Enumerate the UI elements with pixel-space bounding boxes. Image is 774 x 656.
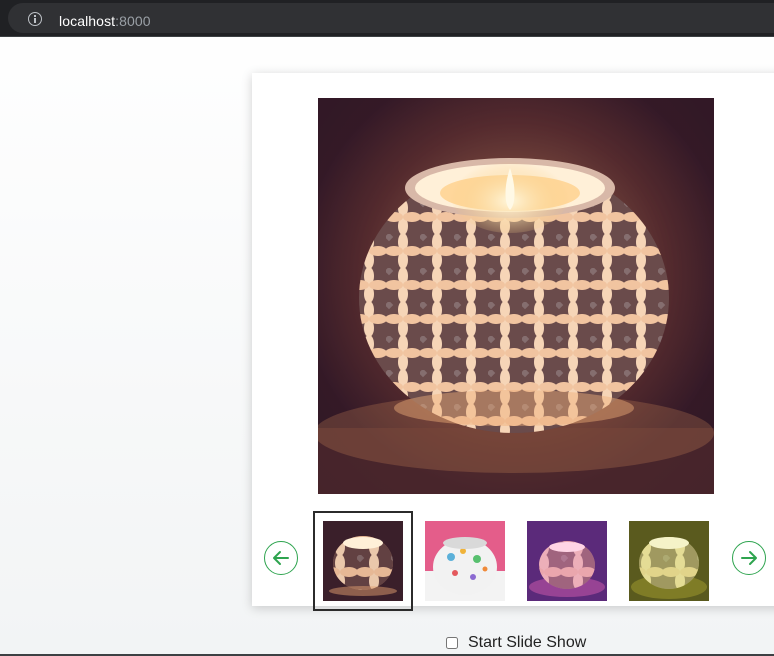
image-gallery-card <box>252 73 774 611</box>
browser-toolbar: localhost:8000 <box>0 0 774 37</box>
url-host: localhost <box>59 13 116 29</box>
url-text[interactable]: localhost:8000 <box>59 13 151 29</box>
slideshow-label[interactable]: Start Slide Show <box>468 634 586 652</box>
thumbnail-2[interactable] <box>425 521 505 601</box>
thumbnail-1[interactable] <box>313 511 413 611</box>
url-port: :8000 <box>115 13 151 29</box>
slideshow-control: Start Slide Show <box>446 633 586 653</box>
previous-button[interactable] <box>264 541 298 575</box>
thumbnail-3[interactable] <box>527 521 607 601</box>
main-image <box>318 98 714 494</box>
slideshow-checkbox[interactable] <box>446 637 458 649</box>
next-button[interactable] <box>732 541 766 575</box>
arrow-right-icon <box>741 551 757 565</box>
address-bar[interactable]: localhost:8000 <box>8 3 774 33</box>
arrow-left-icon <box>273 551 289 565</box>
thumbnail-4[interactable] <box>629 521 709 601</box>
info-icon[interactable] <box>28 12 42 26</box>
